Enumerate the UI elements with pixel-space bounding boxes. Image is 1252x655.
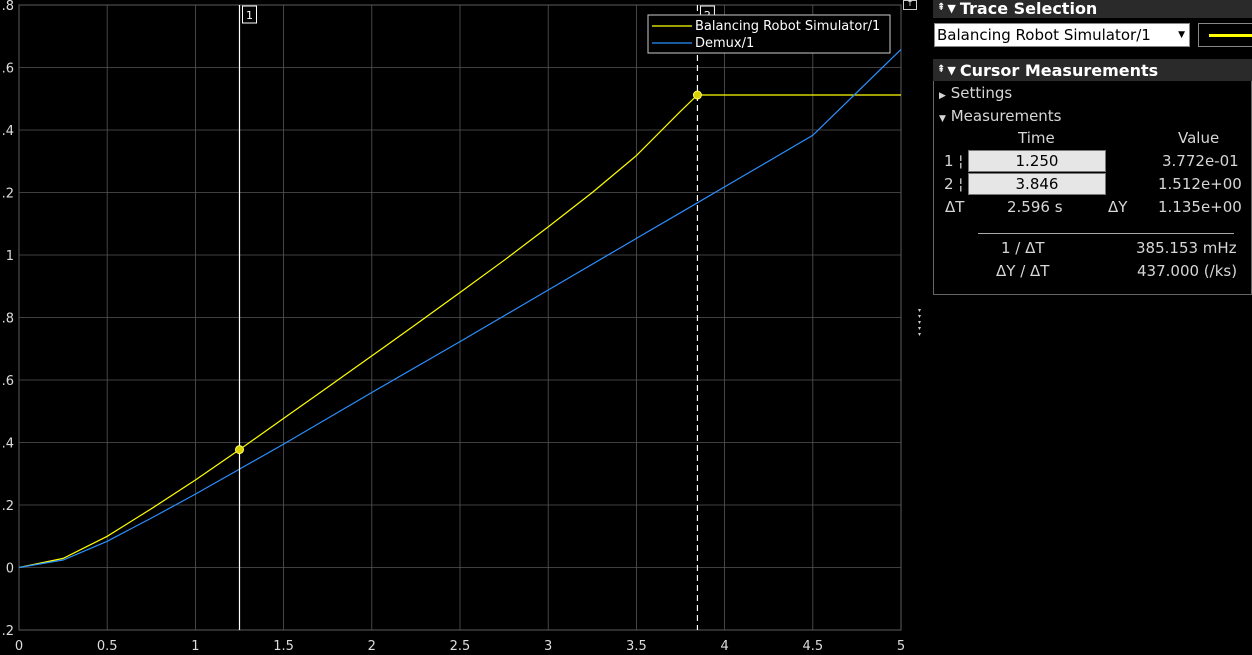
pin-icon[interactable]: ⇞ (937, 65, 945, 75)
trace-select-value: Balancing Robot Simulator/1 (937, 26, 1151, 44)
y-tick-label: .6 (2, 374, 14, 389)
x-tick-label: 2 (368, 639, 376, 654)
time-column-header: Time (1018, 129, 1055, 147)
inverse-delta-t-label: 1 / ΔT (1001, 239, 1045, 257)
y-tick-label: .4 (2, 124, 14, 139)
x-tick-label: 3.5 (626, 639, 647, 654)
expand-caret-icon: ▶ (939, 91, 946, 101)
x-tick-label: 1 (191, 639, 199, 654)
legend-label-1: Balancing Robot Simulator/1 (695, 19, 880, 34)
delta-t-value: 2.596 s (1007, 198, 1063, 216)
y-tick-label: 1 (6, 249, 14, 264)
x-tick-label: 0.5 (97, 639, 118, 654)
trace-selection-title: Trace Selection (959, 0, 1098, 18)
measurements-label: Measurements (950, 107, 1062, 125)
cursor-1-value: 3.772e-01 (1162, 152, 1239, 170)
y-tick-label: .2 (2, 499, 14, 514)
x-tick-label: 4 (720, 639, 728, 654)
cursor-measurements-header[interactable]: ⇞ ▼ Cursor Measurements (933, 59, 1252, 81)
panel-splitter-icon[interactable]: ▾ ▾ ▾ ▾ ▾ (918, 308, 924, 348)
delta-y-label: ΔY (1108, 198, 1128, 216)
slope-label: ΔY / ΔT (996, 262, 1050, 280)
settings-section[interactable]: ▶ Settings (939, 84, 1012, 102)
x-tick-label: 5 (897, 639, 905, 654)
trace-select-dropdown[interactable]: Balancing Robot Simulator/1 ▼ (934, 23, 1190, 47)
y-tick-label: .2 (2, 624, 14, 639)
measurements-section[interactable]: ▼ Measurements (939, 107, 1062, 125)
cursor-1-marker (235, 445, 244, 455)
y-tick-label: 0 (6, 562, 14, 577)
chevron-down-icon: ▼ (1178, 30, 1185, 40)
x-tick-label: 3 (544, 639, 552, 654)
divider (978, 233, 1234, 234)
pin-icon[interactable]: ⇞ (937, 3, 945, 13)
delta-y-value: 1.135e+00 (1158, 198, 1242, 216)
trace-color-swatch (1198, 23, 1252, 47)
settings-label: Settings (950, 84, 1013, 102)
cursor-2-time-input[interactable]: 3.846 (968, 173, 1106, 195)
collapse-caret-icon: ▼ (939, 114, 946, 124)
y-tick-label: .2 (2, 187, 14, 202)
value-column-header: Value (1178, 129, 1220, 147)
x-tick-label: 1.5 (273, 639, 294, 654)
cursor-measurements-title: Cursor Measurements (959, 60, 1159, 80)
legend-label-2: Demux/1 (695, 36, 754, 51)
inverse-delta-t-value: 385.153 mHz (1136, 239, 1237, 257)
x-tick-labels: 0 0.5 1 1.5 2 2.5 3 3.5 4 4.5 5 (15, 639, 905, 654)
y-tick-label: .6 (2, 62, 14, 77)
y-tick-labels: .2 0 .2 .4 .6 .8 1 .2 .4 .6 .8 (2, 0, 14, 639)
grid-lines (18, 4, 902, 631)
x-tick-label: 2.5 (450, 639, 471, 654)
cursor-1-time-input[interactable]: 1.250 (968, 150, 1106, 172)
y-tick-label: .8 (2, 0, 14, 14)
delta-t-label: ΔT (945, 198, 965, 216)
slope-value: 437.000 (/ks) (1137, 262, 1238, 280)
collapse-caret-icon[interactable]: ▼ (947, 64, 955, 77)
trace-selection-header[interactable]: ⇞ ▼ Trace Selection (933, 0, 1252, 18)
scope-plot[interactable]: 0 0.5 1 1.5 2 2.5 3 3.5 4 4.5 5 .20.2.4.6.81.2.4.6… (0, 0, 916, 655)
y-tick-label: .4 (2, 437, 14, 452)
undock-icon[interactable]: ↑ (903, 0, 917, 10)
x-tick-label: 0 (15, 639, 23, 654)
collapse-caret-icon[interactable]: ▼ (947, 2, 955, 15)
trace-color-line (1209, 34, 1252, 37)
cursor-1-tag-label: 1 (246, 9, 253, 22)
x-tick-label: 4.5 (802, 639, 823, 654)
cursor-1-label: 1 ¦ (944, 152, 964, 170)
y-tick-label: .8 (2, 312, 14, 327)
cursor-2-label: 2 ¦ (944, 175, 964, 193)
cursor-2-value: 1.512e+00 (1158, 175, 1242, 193)
legend: Balancing Robot Simulator/1 Demux/1 (647, 14, 891, 54)
cursor-2-marker (692, 90, 702, 100)
